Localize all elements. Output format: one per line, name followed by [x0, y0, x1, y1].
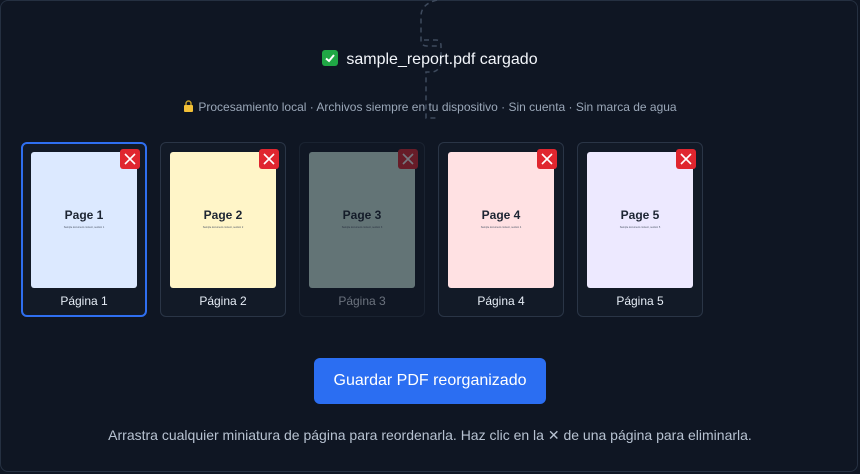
remove-page-button[interactable]: [537, 149, 557, 169]
page-preview-text: Sample document content, section 2: [202, 226, 244, 229]
page-preview-title: Page 1: [64, 208, 104, 222]
close-icon: [402, 153, 414, 165]
page-card-3[interactable]: Page 3 Sample document content, section …: [299, 142, 425, 317]
status-text: sample_report.pdf cargado: [346, 51, 538, 68]
page-preview-text: Sample document content, section 3: [341, 226, 383, 229]
page-preview: Page 3 Sample document content, section …: [309, 152, 415, 288]
upload-status: sample_report.pdf cargado: [0, 50, 860, 69]
close-icon: [263, 153, 275, 165]
instructions-hint: Arrastra cualquier miniatura de página p…: [108, 427, 752, 443]
page-preview-title: Page 5: [620, 208, 660, 222]
page-label: Página 5: [616, 294, 664, 308]
page-preview: Page 2 Sample document content, section …: [170, 152, 276, 288]
close-icon: [124, 153, 136, 165]
page-preview-text: Sample document content, section 4: [480, 226, 522, 229]
save-reorganized-pdf-button[interactable]: Guardar PDF reorganizado: [314, 358, 546, 404]
page-label: Página 3: [338, 294, 386, 308]
page-preview-text: Sample document content, section 1: [63, 226, 105, 229]
lock-icon: [184, 100, 194, 112]
page-preview-text: Sample document content, section 5: [619, 226, 661, 229]
page-label: Página 2: [199, 294, 247, 308]
page-preview: Page 1 Sample document content, section …: [31, 152, 137, 288]
close-icon: [680, 153, 692, 165]
page-preview: Page 4 Sample document content, section …: [448, 152, 554, 288]
page-card-4[interactable]: Page 4 Sample document content, section …: [438, 142, 564, 317]
page-card-1[interactable]: Page 1 Sample document content, section …: [21, 142, 147, 317]
close-icon: [541, 153, 553, 165]
remove-page-button[interactable]: [398, 149, 418, 169]
privacy-note: Procesamiento local · Archivos siempre e…: [0, 100, 860, 114]
privacy-text: Procesamiento local · Archivos siempre e…: [198, 100, 677, 114]
remove-page-button[interactable]: [259, 149, 279, 169]
page-card-5[interactable]: Page 5 Sample document content, section …: [577, 142, 703, 317]
page-card-2[interactable]: Page 2 Sample document content, section …: [160, 142, 286, 317]
remove-page-button[interactable]: [676, 149, 696, 169]
page-label: Página 4: [477, 294, 525, 308]
page-preview-title: Page 3: [342, 208, 382, 222]
check-icon: [322, 50, 339, 66]
page-preview-title: Page 2: [203, 208, 243, 222]
remove-page-button[interactable]: [120, 149, 140, 169]
page-label: Página 1: [60, 294, 108, 308]
page-preview: Page 5 Sample document content, section …: [587, 152, 693, 288]
page-preview-title: Page 4: [481, 208, 521, 222]
